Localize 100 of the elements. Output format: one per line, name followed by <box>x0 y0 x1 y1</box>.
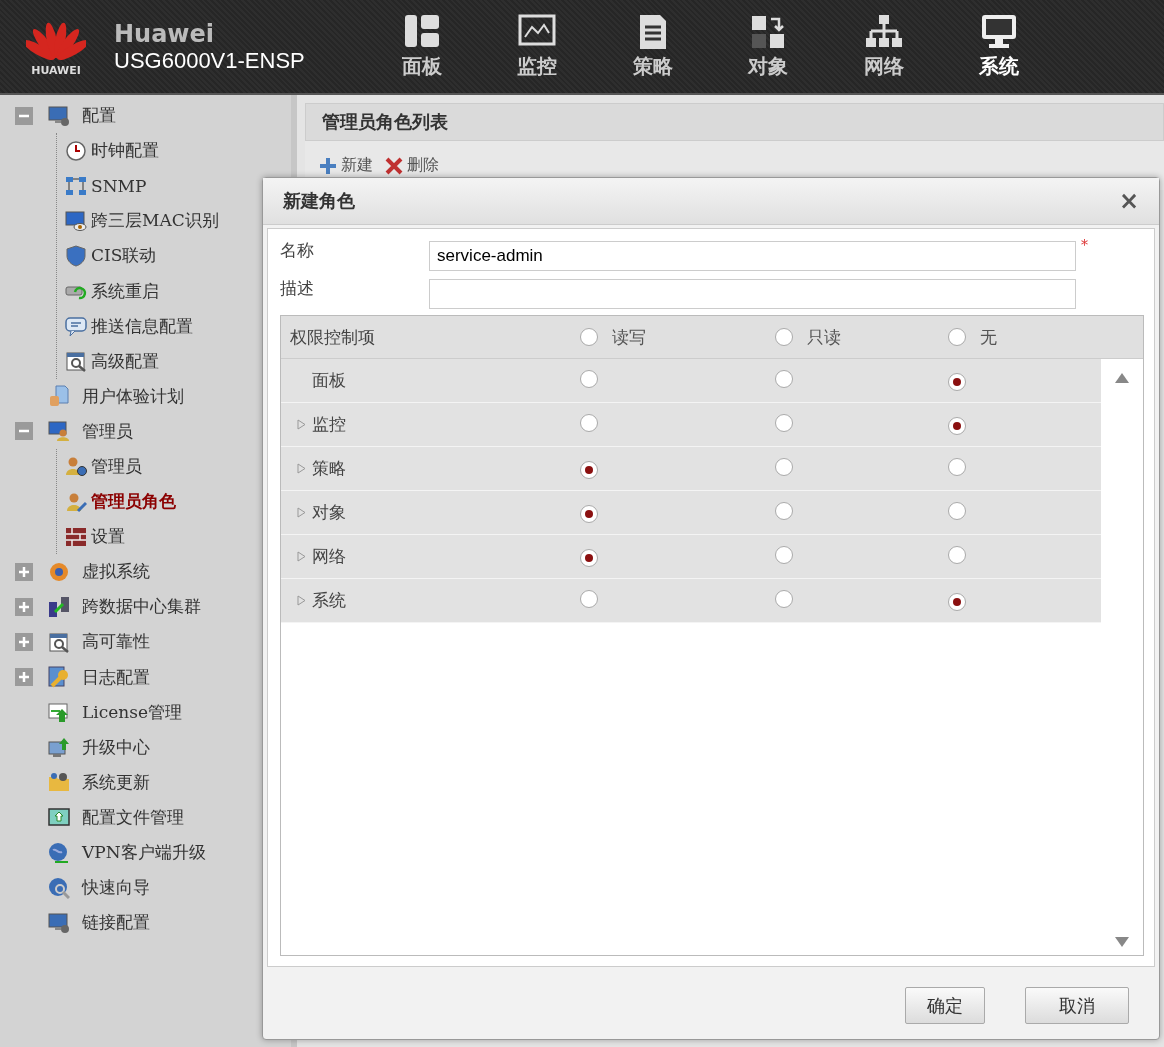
tree-item[interactable]: VPN客户端升级 <box>48 841 206 864</box>
tree-item[interactable]: 配置文件管理 <box>48 805 184 829</box>
tree-item[interactable]: 设置 <box>65 525 125 549</box>
tree-item[interactable]: 时钟配置 <box>65 139 159 163</box>
tree-item[interactable]: SNMP <box>65 174 147 197</box>
expand-toggle[interactable] <box>15 668 33 687</box>
tree-item[interactable]: CIS联动 <box>65 244 157 268</box>
expand-toggle[interactable] <box>15 562 33 581</box>
radio-button[interactable] <box>580 589 598 608</box>
tree-item[interactable]: 链接配置 <box>48 911 150 935</box>
text-field[interactable] <box>429 279 1076 309</box>
radio-button[interactable] <box>580 460 598 479</box>
radio-button[interactable] <box>775 545 793 564</box>
plus-icon <box>18 671 30 684</box>
radio-button[interactable] <box>948 501 966 520</box>
clock-icon <box>65 139 87 162</box>
radio-button[interactable] <box>948 545 966 564</box>
radio-button[interactable] <box>948 592 966 611</box>
radio-button[interactable] <box>775 369 793 388</box>
expand-arrow-icon[interactable] <box>297 419 306 430</box>
tree-item[interactable]: 升级中心 <box>48 735 150 759</box>
tree-item[interactable]: 配置 <box>48 104 116 128</box>
expand-arrow-icon[interactable] <box>297 463 306 474</box>
radio-button[interactable] <box>948 372 966 391</box>
dashboard-icon <box>402 13 441 49</box>
dialog-button[interactable]: 确定 <box>905 987 985 1024</box>
upload-arrow-icon <box>48 701 70 724</box>
plus-icon <box>18 635 30 648</box>
tree-item[interactable]: 系统更新 <box>48 770 150 794</box>
nav-tab[interactable]: 系统 <box>941 13 1057 80</box>
permission-label: 系统 <box>312 589 346 612</box>
radio-button[interactable] <box>580 328 598 346</box>
nav-tab[interactable]: 网络 <box>826 13 942 80</box>
permission-label: 对象 <box>312 501 346 524</box>
expand-arrow-icon[interactable] <box>297 507 306 518</box>
radio-button[interactable] <box>948 328 966 346</box>
message-icon <box>65 315 87 338</box>
required-mark: * <box>1081 237 1089 253</box>
tree-item[interactable]: 虚拟系统 <box>48 560 150 584</box>
close-button[interactable]: × <box>1118 187 1139 215</box>
radio-button[interactable] <box>775 457 793 476</box>
tree-item[interactable]: 管理员 <box>65 455 142 478</box>
nav-tab[interactable]: 监控 <box>479 13 595 80</box>
monitor-eye-icon <box>65 209 87 232</box>
tree-item[interactable]: 日志配置 <box>48 665 150 689</box>
expand-toggle[interactable] <box>15 597 33 616</box>
collapse-toggle[interactable] <box>15 422 33 441</box>
tree-item[interactable]: 推送信息配置 <box>65 314 193 338</box>
field-label: 描述 <box>280 277 315 300</box>
permission-label: 策略 <box>312 457 346 480</box>
tree-item[interactable]: 跨数据中心集群 <box>48 595 201 619</box>
permission-label: 网络 <box>312 545 346 568</box>
toolbar-button[interactable]: 删除 <box>385 155 439 176</box>
expand-arrow-icon[interactable] <box>297 595 306 606</box>
permission-label: 面板 <box>312 369 346 392</box>
tree-item[interactable]: 系统重启 <box>65 279 159 303</box>
tree-item[interactable]: 用户体验计划 <box>48 384 184 408</box>
column-header: 无 <box>980 325 997 349</box>
dialog-button[interactable]: 取消 <box>1025 987 1129 1024</box>
radio-button[interactable] <box>948 416 966 435</box>
plus-icon <box>18 600 30 613</box>
field-label: 名称 <box>280 239 315 262</box>
tree-item[interactable]: 快速向导 <box>48 876 150 900</box>
radio-button[interactable] <box>775 589 793 608</box>
network-tree-icon <box>864 13 903 49</box>
expand-arrow-icon[interactable] <box>297 551 306 562</box>
dialog-title: 新建角色 <box>283 189 355 213</box>
radio-button[interactable] <box>775 501 793 520</box>
tree-item[interactable]: 高级配置 <box>65 349 159 373</box>
radio-button[interactable] <box>775 328 793 346</box>
cross-icon <box>385 156 403 175</box>
radio-button[interactable] <box>580 504 598 523</box>
radio-button[interactable] <box>580 548 598 567</box>
tree-item[interactable]: 管理员角色 <box>65 490 176 514</box>
scroll-down-icon <box>1115 937 1129 947</box>
tree-item[interactable]: 管理员 <box>48 419 133 443</box>
tree-item[interactable]: 跨三层MAC识别 <box>65 209 219 233</box>
text-field[interactable]: service-admin <box>429 241 1076 271</box>
brick-wall-icon <box>65 525 87 548</box>
tree-item[interactable]: 高可靠性 <box>48 630 150 654</box>
device-model: USG6000V1-ENSP <box>114 47 306 74</box>
radio-button[interactable] <box>775 413 793 432</box>
plus-icon <box>319 156 337 175</box>
nav-tab[interactable]: 对象 <box>710 13 826 80</box>
radio-button[interactable] <box>580 413 598 432</box>
column-header: 读写 <box>612 325 646 349</box>
monitor-chart-icon <box>518 13 557 49</box>
tree-item[interactable]: License管理 <box>48 700 183 724</box>
radio-button[interactable] <box>580 369 598 388</box>
shield-icon <box>65 244 87 267</box>
collapse-toggle[interactable] <box>15 106 33 125</box>
nav-tab[interactable]: 面板 <box>364 13 480 80</box>
nav-tab[interactable]: 策略 <box>595 13 711 80</box>
computer-upload-icon <box>48 736 70 759</box>
radio-button[interactable] <box>948 457 966 476</box>
column-header: 只读 <box>807 325 841 349</box>
scroll-up-icon <box>1115 373 1129 383</box>
toolbar-button[interactable]: 新建 <box>319 155 373 176</box>
expand-toggle[interactable] <box>15 632 33 651</box>
panel-title: 管理员角色列表 <box>305 103 1164 141</box>
